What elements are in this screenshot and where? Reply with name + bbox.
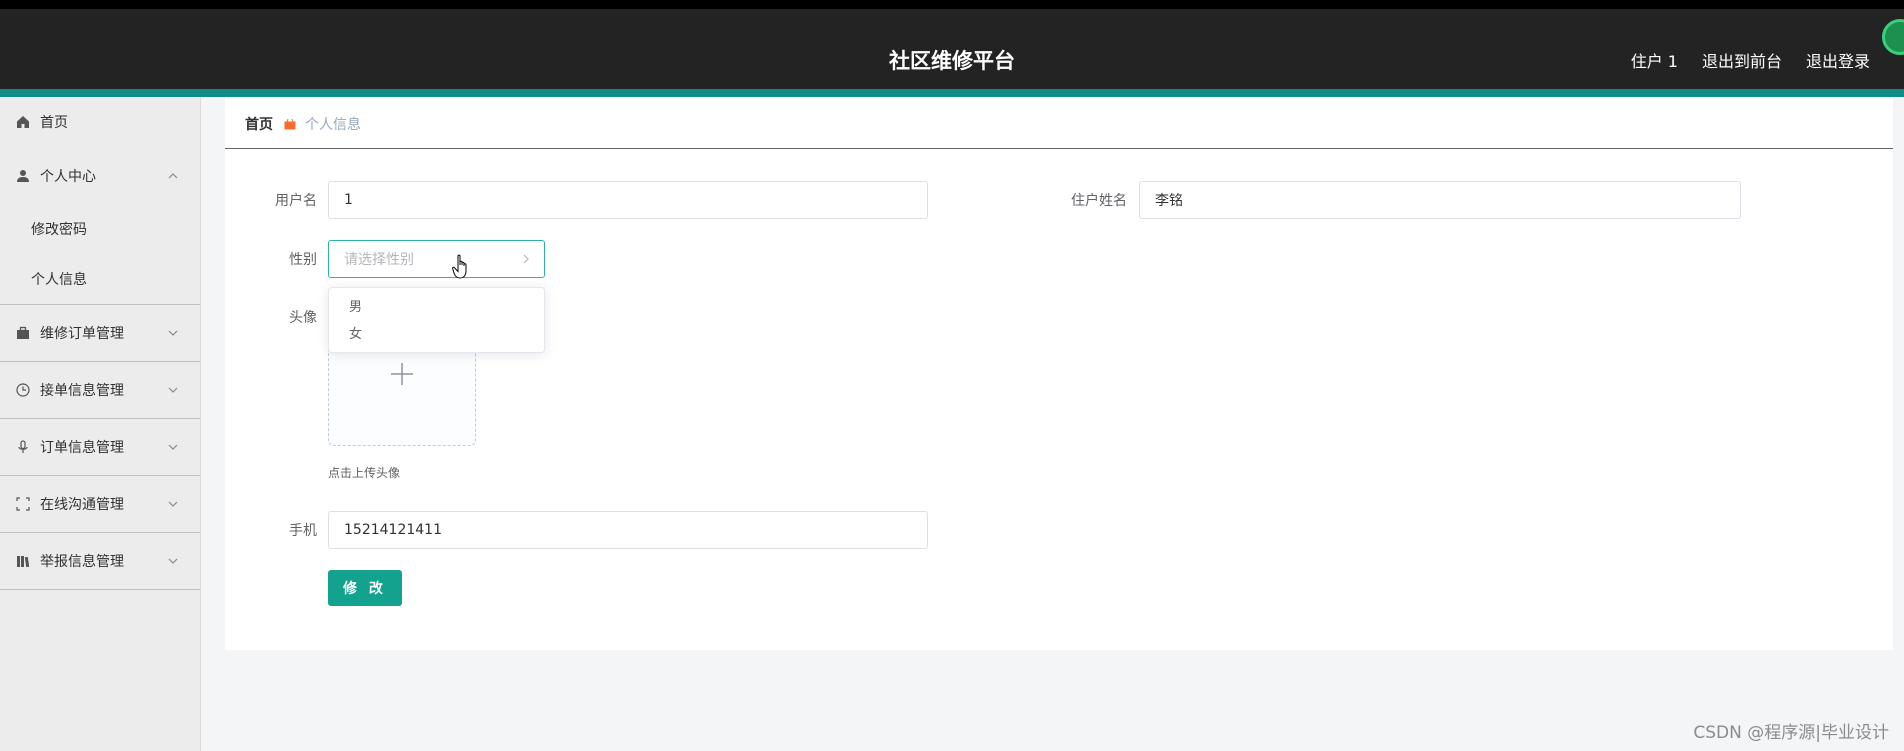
realname-label: 住户姓名 [1071,193,1127,209]
phone-value: 15214121411 [344,522,442,538]
sidebar-item-order-info[interactable]: 订单信息管理 [0,419,200,476]
sidebar-item-label: 举报信息管理 [40,554,124,570]
app-title: 社区维修平台 [889,49,1015,73]
gender-select[interactable]: 请选择性别 [328,240,545,278]
gender-label: 性别 [289,252,317,268]
phone-label: 手机 [289,523,317,539]
app-header: 社区维修平台 住户 1 退出到前台 退出登录 [0,9,1904,89]
header-accent-bar [0,89,1904,97]
chevron-up-icon [168,172,178,178]
top-strip [0,0,1904,9]
sidebar-item-personal-info[interactable]: 个人信息 [0,254,200,304]
chevron-down-icon [168,387,178,393]
sidebar: 首页 个人中心 修改密码 个人信息 维修订单管理 接单信息管理 订单信息管理 在… [0,97,201,751]
realname-value: 李铭 [1155,193,1183,209]
microphone-icon [15,439,31,455]
phone-field[interactable]: 15214121411 [328,511,928,549]
plus-icon [391,363,413,385]
home-icon [15,114,31,130]
gender-option-male[interactable]: 男 [329,294,544,321]
breadcrumb: 首页 个人信息 [225,99,1893,149]
sidebar-item-repair-orders[interactable]: 维修订单管理 [0,305,200,362]
chevron-down-icon [168,558,178,564]
gender-dropdown: 男 女 [328,287,545,353]
username-field[interactable]: 1 [328,181,928,219]
sidebar-item-label: 订单信息管理 [40,440,124,456]
submit-button[interactable]: 修 改 [328,570,402,606]
gender-option-female[interactable]: 女 [329,321,544,348]
chevron-down-icon [168,444,178,450]
briefcase-icon [15,325,31,341]
avatar-label: 头像 [289,310,317,326]
sidebar-item-label: 个人中心 [40,168,96,185]
sidebar-item-label: 首页 [40,115,68,131]
sidebar-item-label: 维修订单管理 [40,326,124,342]
books-icon [15,553,31,569]
chevron-down-icon [168,501,178,507]
sidebar-item-personal-center[interactable]: 个人中心 [0,147,200,204]
header-links: 住户 1 退出到前台 退出登录 [1631,48,1870,72]
breadcrumb-current: 个人信息 [305,116,361,133]
sidebar-item-reports[interactable]: 举报信息管理 [0,533,200,590]
sidebar-item-change-password[interactable]: 修改密码 [0,204,200,254]
gender-placeholder: 请选择性别 [344,252,414,268]
sidebar-item-label: 在线沟通管理 [40,497,124,513]
current-user-link[interactable]: 住户 1 [1631,48,1678,72]
sidebar-item-label: 接单信息管理 [40,383,124,399]
username-value: 1 [344,192,353,208]
breadcrumb-separator-icon [284,118,296,130]
breadcrumb-home[interactable]: 首页 [245,114,273,134]
realname-field[interactable]: 李铭 [1139,181,1741,219]
chevron-right-icon [523,254,529,264]
back-to-frontend-link[interactable]: 退出到前台 [1702,48,1782,72]
sidebar-item-home[interactable]: 首页 [0,97,200,147]
user-icon [15,168,31,184]
hand-cursor-icon [452,254,467,279]
sidebar-item-online-chat[interactable]: 在线沟通管理 [0,476,200,533]
fullscreen-icon [15,496,31,512]
logout-link[interactable]: 退出登录 [1806,48,1870,72]
clock-icon [15,382,31,398]
avatar-upload-tip: 点击上传头像 [328,466,401,480]
sidebar-item-accepted-orders[interactable]: 接单信息管理 [0,362,200,419]
chevron-down-icon [168,330,178,336]
personal-center-submenu: 修改密码 个人信息 [0,204,200,305]
watermark: CSDN @程序源|毕业设计 [1693,723,1889,743]
username-label: 用户名 [275,193,317,209]
